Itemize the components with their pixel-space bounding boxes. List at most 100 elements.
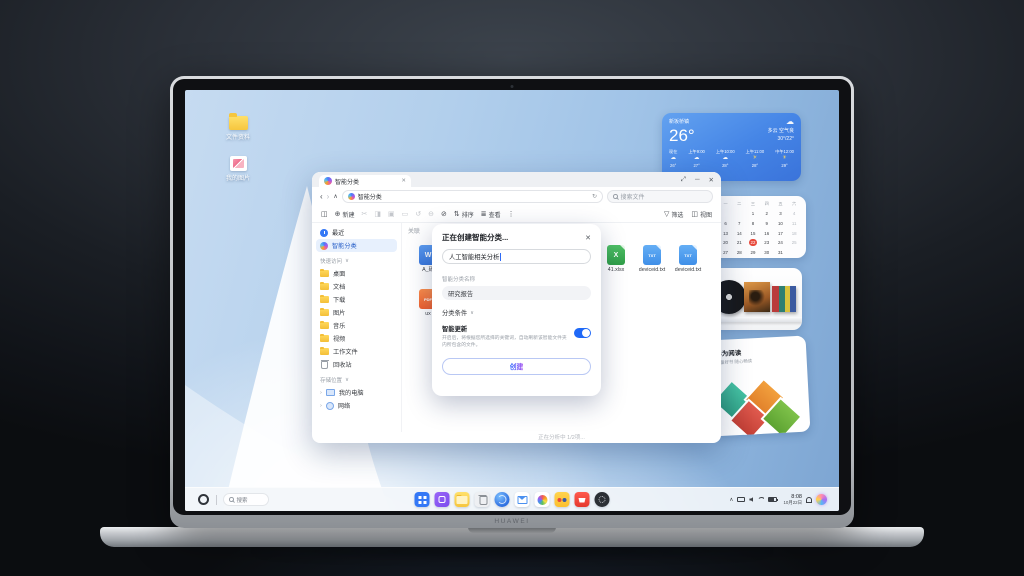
app-trash-icon[interactable] bbox=[475, 492, 490, 507]
address-bar[interactable]: 智能分类 ↻ bbox=[342, 190, 603, 203]
sidebar-item-图片[interactable]: 图片 bbox=[316, 306, 397, 319]
toolbar-copy-button[interactable]: ◨ bbox=[374, 211, 381, 218]
file-item[interactable]: TXTdeviceid.txt bbox=[672, 245, 704, 273]
condition-expander[interactable]: 分类条件 ∨ bbox=[442, 308, 591, 317]
sidebar-item-回收站[interactable]: 回收站 bbox=[316, 358, 397, 371]
app-email-icon[interactable] bbox=[515, 492, 530, 507]
calendar-day[interactable]: 21 bbox=[732, 238, 746, 247]
app-gallery-icon[interactable] bbox=[535, 492, 550, 507]
tray-expand-icon[interactable]: ∧ bbox=[729, 497, 733, 503]
sidebar-section-存储位置[interactable]: 存储位置∨ bbox=[316, 374, 397, 386]
file-search-input[interactable]: 搜索文件 bbox=[607, 190, 713, 203]
calendar-day[interactable]: 10 bbox=[774, 219, 788, 228]
sidebar-item-网络[interactable]: ›网络 bbox=[316, 399, 397, 412]
toolbar-panel-toggle-button[interactable]: ◫ bbox=[321, 211, 328, 218]
desktop-icon-files[interactable]: 文件资料 bbox=[221, 116, 255, 141]
sidebar-item-最近[interactable]: 最近 bbox=[316, 226, 397, 239]
weather-widget[interactable]: 新坂桥镇 ☁ 26° 多云 空气良 30°/22° 现在☁26°上午9:00☁2… bbox=[662, 113, 801, 181]
calendar-day[interactable]: 11 bbox=[787, 219, 801, 228]
calendar-day[interactable]: 14 bbox=[732, 229, 746, 238]
fullscreen-button[interactable]: ⤢ bbox=[681, 176, 686, 184]
sidebar-item-文档[interactable]: 文档 bbox=[316, 280, 397, 293]
sidebar-item-桌面[interactable]: 桌面 bbox=[316, 267, 397, 280]
app-settings-icon[interactable] bbox=[595, 492, 610, 507]
toolbar-view-mode-button[interactable]: ≣查看 bbox=[481, 210, 501, 219]
app-multitask-icon[interactable] bbox=[435, 492, 450, 507]
refresh-icon[interactable]: ↻ bbox=[592, 193, 597, 200]
forward-button[interactable]: › bbox=[327, 193, 330, 201]
calendar-day[interactable]: 22 bbox=[746, 238, 760, 247]
file-item[interactable]: TXTdeviceid.txt bbox=[636, 245, 668, 273]
calendar-day[interactable]: 15 bbox=[746, 229, 760, 238]
toolbar-view-button[interactable]: ◫视图 bbox=[691, 210, 712, 219]
file-item[interactable]: X41.xlsx bbox=[600, 245, 632, 273]
sidebar-item-我的电脑[interactable]: ›我的电脑 bbox=[316, 386, 397, 399]
calendar-day[interactable]: 24 bbox=[774, 238, 788, 247]
toolbar-share-button[interactable]: ⊘ bbox=[441, 211, 447, 218]
desktop-icon-pictures[interactable]: 我的图片 bbox=[221, 156, 255, 182]
calendar-day[interactable]: 3 bbox=[774, 210, 788, 219]
up-button[interactable]: ∧ bbox=[333, 194, 337, 200]
toolbar-filter-button[interactable]: ▽筛选 bbox=[664, 210, 683, 219]
toolbar-undo-button[interactable]: ↺ bbox=[415, 211, 421, 218]
sidebar-item-音乐[interactable]: 音乐 bbox=[316, 319, 397, 332]
classification-name-field[interactable]: 研究报告 bbox=[442, 286, 591, 300]
start-button[interactable] bbox=[198, 494, 209, 505]
classification-input[interactable]: 人工智能相关分析 bbox=[442, 249, 591, 264]
battery-icon[interactable] bbox=[768, 497, 777, 502]
toolbar-sort-button[interactable]: ⇅排序 bbox=[454, 210, 474, 219]
smart-update-toggle[interactable] bbox=[574, 328, 591, 338]
app-browser-icon[interactable] bbox=[495, 492, 510, 507]
close-button[interactable]: ✕ bbox=[709, 176, 714, 184]
tab-smart-classification[interactable]: 智能分类 ✕ bbox=[319, 175, 411, 187]
toolbar-delete-button[interactable]: ⊖ bbox=[428, 211, 434, 218]
toolbar-more-button[interactable]: ⋮ bbox=[508, 211, 515, 218]
desktop-icon-label: 我的图片 bbox=[226, 173, 250, 182]
calendar-day[interactable]: 9 bbox=[760, 219, 774, 228]
calendar-day[interactable]: 23 bbox=[760, 238, 774, 247]
tab-close-icon[interactable]: ✕ bbox=[401, 178, 406, 184]
calendar-day[interactable]: 18 bbox=[787, 229, 801, 238]
toolbar-cut-button[interactable]: ✂ bbox=[362, 211, 368, 218]
calendar-day[interactable]: 30 bbox=[760, 248, 774, 257]
weekday-label: 四 bbox=[760, 200, 774, 209]
calendar-day[interactable]: 31 bbox=[774, 248, 788, 257]
app-wallet-icon[interactable] bbox=[555, 492, 570, 507]
dialog-close-icon[interactable]: ✕ bbox=[585, 234, 591, 242]
taskbar-search[interactable]: 搜索 bbox=[223, 493, 269, 506]
app-grid-icon[interactable] bbox=[415, 492, 430, 507]
reading-widget[interactable]: 华为阅读 海量好书 随心畅读 bbox=[707, 335, 811, 436]
back-button[interactable]: ‹ bbox=[320, 193, 323, 201]
calendar-day[interactable]: 8 bbox=[746, 219, 760, 228]
minimize-button[interactable]: ─ bbox=[695, 176, 700, 184]
sidebar-item-视频[interactable]: 视频 bbox=[316, 332, 397, 345]
music-widget[interactable] bbox=[710, 268, 802, 330]
app-files-icon[interactable] bbox=[455, 492, 470, 507]
create-button[interactable]: 创建 bbox=[442, 358, 591, 375]
toolbar-paste-button[interactable]: ▣ bbox=[388, 211, 395, 218]
keyboard-icon[interactable] bbox=[737, 497, 745, 503]
calendar-day[interactable]: 1 bbox=[746, 210, 760, 219]
toolbar-rename-button[interactable]: ▭ bbox=[402, 211, 409, 218]
sidebar-item-下载[interactable]: 下载 bbox=[316, 293, 397, 306]
sidebar-section-快速访问[interactable]: 快速访问∨ bbox=[316, 255, 397, 267]
sidebar-item-工作文件[interactable]: 工作文件 bbox=[316, 345, 397, 358]
calendar-day[interactable]: 25 bbox=[787, 238, 801, 247]
calendar-day[interactable]: 4 bbox=[787, 210, 801, 219]
calendar-day[interactable]: 28 bbox=[732, 248, 746, 257]
calendar-day[interactable]: 16 bbox=[760, 229, 774, 238]
volume-icon[interactable] bbox=[749, 497, 753, 502]
wifi-icon[interactable] bbox=[757, 497, 764, 502]
calendar-day[interactable]: 2 bbox=[760, 210, 774, 219]
clock-widget[interactable]: 8:08 10月22日 bbox=[783, 494, 802, 505]
calendar-day[interactable]: 29 bbox=[746, 248, 760, 257]
sidebar-item-智能分类[interactable]: 智能分类 bbox=[316, 239, 397, 252]
calendar-day[interactable]: 7 bbox=[732, 219, 746, 228]
screen-display: 文件资料 我的图片 新坂桥镇 ☁ 26° 多云 空气良 30°/22° 现在☁2… bbox=[185, 90, 839, 511]
app-appstore-icon[interactable] bbox=[575, 492, 590, 507]
calendar-day[interactable]: 17 bbox=[774, 229, 788, 238]
notification-bell-icon[interactable] bbox=[806, 497, 812, 503]
toolbar-new-button[interactable]: ⊕新建 bbox=[335, 210, 355, 219]
assistant-icon[interactable] bbox=[816, 494, 827, 505]
sun-icon: ☀ bbox=[752, 156, 757, 162]
